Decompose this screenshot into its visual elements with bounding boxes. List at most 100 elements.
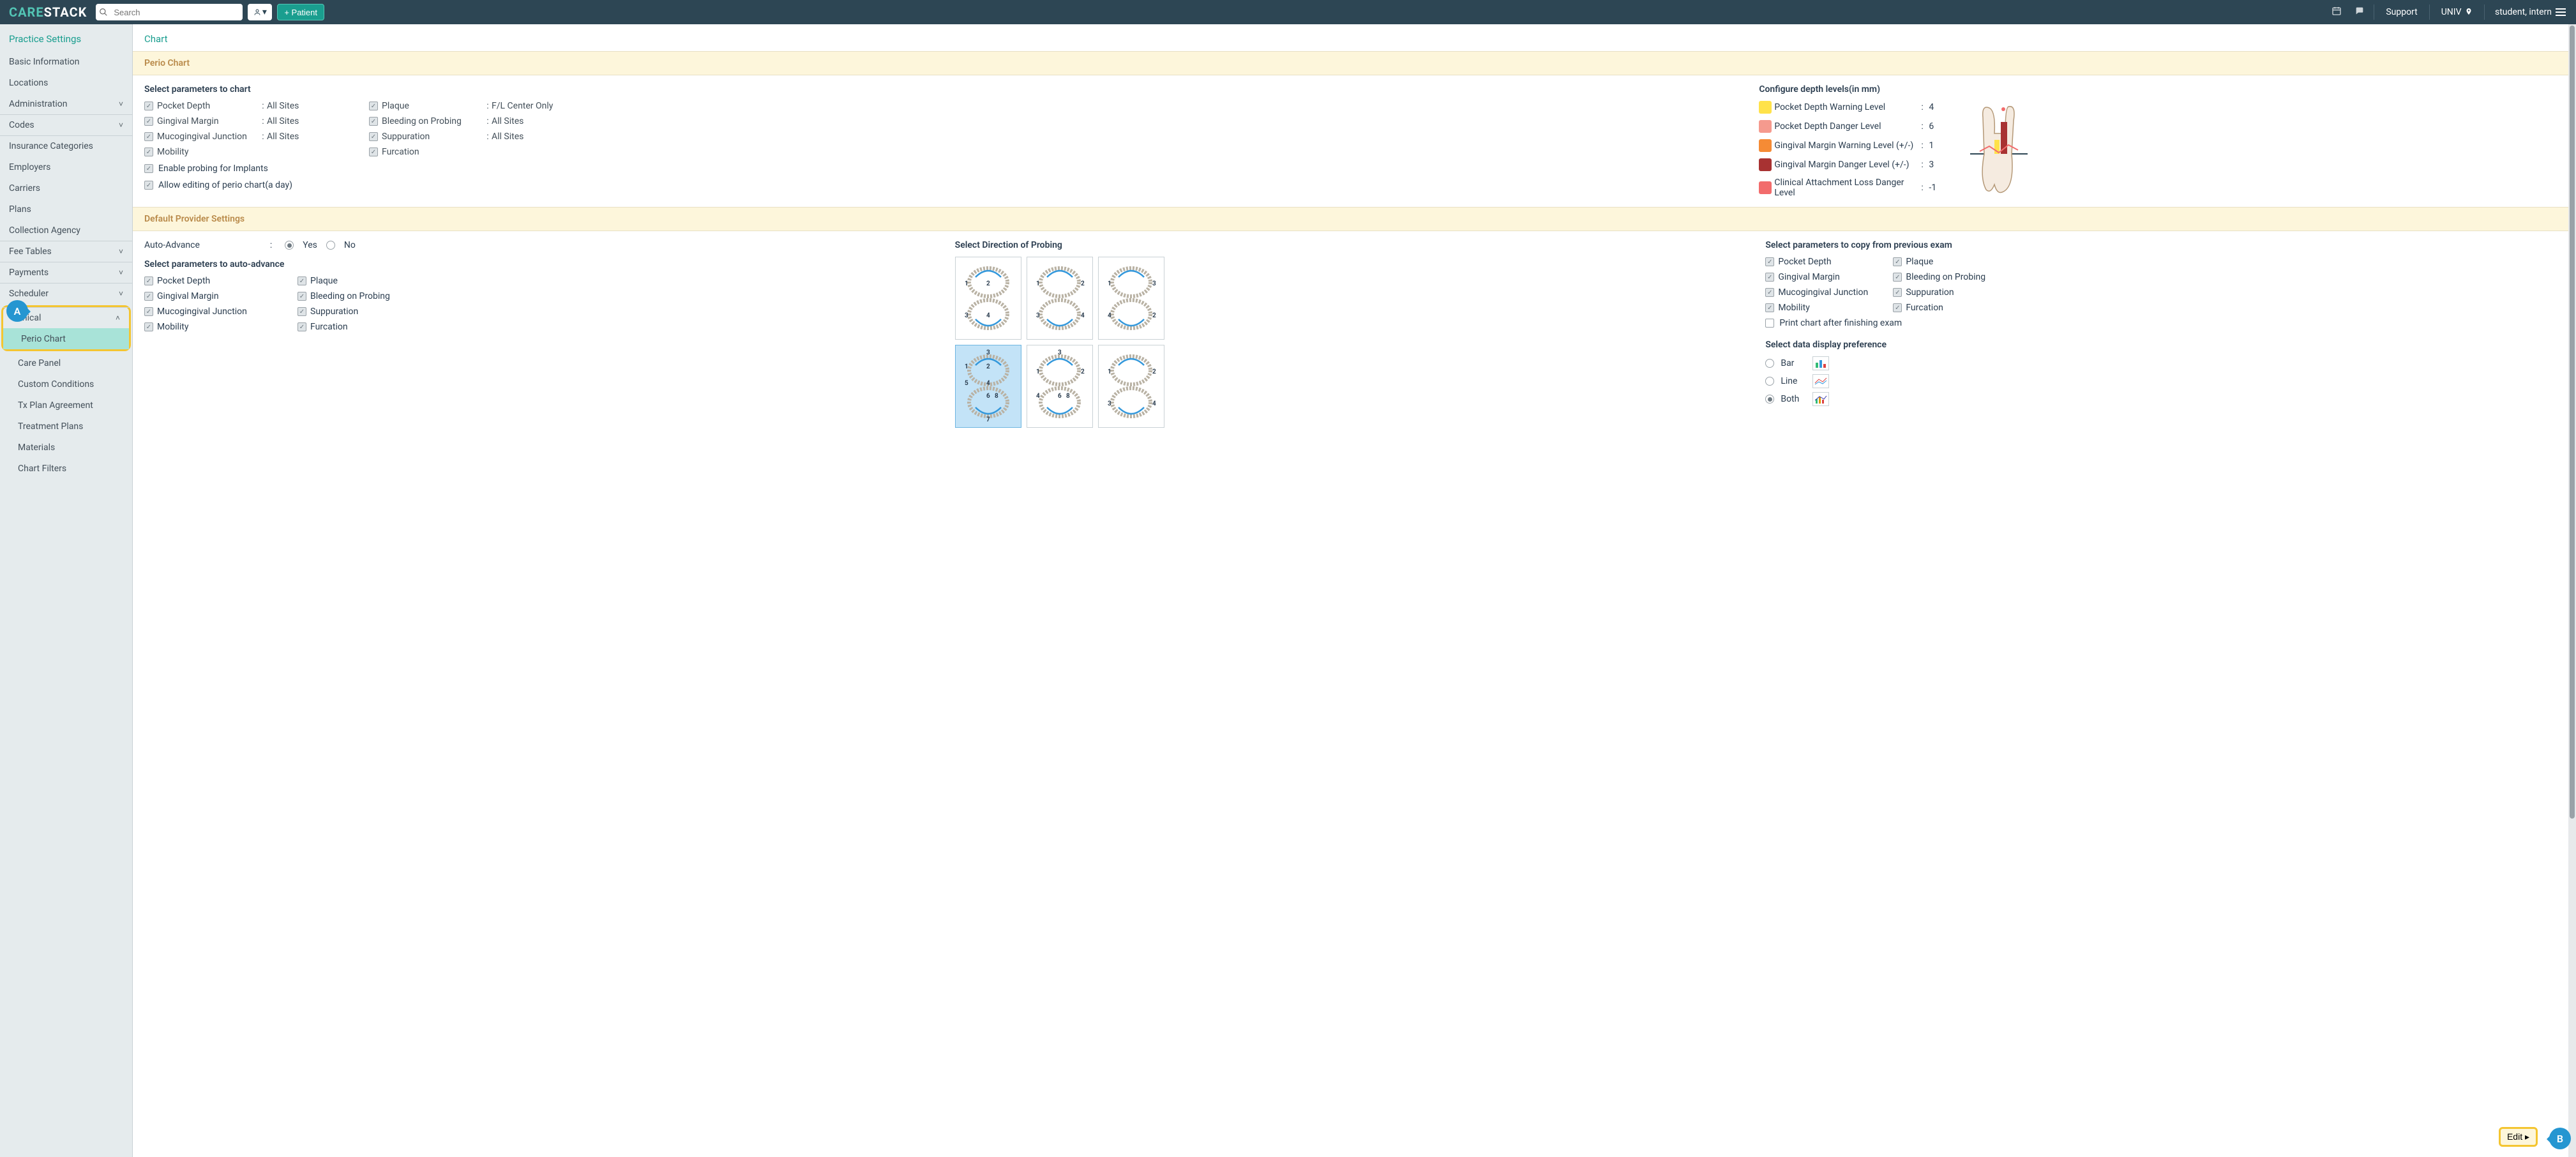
sidebar-item-collection-agency[interactable]: Collection Agency — [0, 220, 132, 241]
sidebar-item-chart-filters[interactable]: Chart Filters — [0, 458, 132, 479]
param-label: Mobility — [157, 147, 259, 157]
checkbox-auto[interactable]: ✓ — [298, 322, 306, 331]
radio-auto-no[interactable] — [326, 241, 335, 250]
checkbox-copy[interactable]: ✓ — [1893, 303, 1902, 312]
sidebar-item-payments[interactable]: Payments˅ — [0, 262, 132, 283]
search-input[interactable] — [111, 6, 243, 19]
logo[interactable]: CARESTACK — [5, 4, 91, 20]
svg-text:1: 1 — [1036, 280, 1040, 287]
copy-heading: Select parameters to copy from previous … — [1765, 240, 2557, 250]
svg-text:8: 8 — [1066, 393, 1070, 400]
radio-line[interactable] — [1765, 377, 1774, 386]
checkbox-copy[interactable]: ✓ — [1765, 257, 1774, 266]
checkbox-param[interactable]: ✓ — [369, 102, 378, 110]
depth-value: -1 — [1929, 183, 1948, 193]
sidebar-item-care-panel[interactable]: Care Panel — [0, 352, 132, 374]
checkbox-param[interactable]: ✓ — [369, 147, 378, 156]
svg-text:2: 2 — [1081, 368, 1085, 375]
checkbox-copy[interactable]: ✓ — [1765, 288, 1774, 297]
svg-text:1: 1 — [965, 363, 968, 370]
checkbox-auto[interactable]: ✓ — [298, 307, 306, 316]
location-selector[interactable]: UNIV — [2435, 7, 2479, 17]
sidebar-item-fee-tables[interactable]: Fee Tables˅ — [0, 241, 132, 262]
sidebar-item-locations[interactable]: Locations — [0, 72, 132, 93]
chevron-down-icon: ▾ — [262, 7, 267, 17]
checkbox-copy[interactable]: ✓ — [1893, 273, 1902, 282]
checkbox-print-after[interactable] — [1765, 319, 1774, 328]
sidebar-item-tx-plan-agreement[interactable]: Tx Plan Agreement — [0, 395, 132, 416]
probe-option-3[interactable]: 1342 — [1098, 257, 1164, 340]
radio-both[interactable] — [1765, 395, 1774, 404]
sidebar-item-perio-chart[interactable]: Perio Chart — [3, 328, 129, 349]
main-content: Chart Perio Chart Select parameters to c… — [133, 24, 2576, 1157]
svg-text:4: 4 — [986, 380, 990, 387]
checkbox-copy[interactable]: ✓ — [1893, 288, 1902, 297]
sidebar-item-codes[interactable]: Codes˅ — [0, 114, 132, 135]
chevron-down-icon: ˅ — [119, 247, 123, 256]
edit-button[interactable]: Edit ▸ — [2499, 1127, 2538, 1147]
copy-label: Gingival Margin — [1778, 272, 1893, 282]
copy-label: Bleeding on Probing — [1906, 272, 2021, 282]
checkbox-auto[interactable]: ✓ — [144, 322, 153, 331]
sidebar-item-insurance-categories[interactable]: Insurance Categories — [0, 135, 132, 156]
param-value: All Sites — [267, 101, 343, 111]
search-container — [96, 4, 243, 20]
chevron-up-icon: ˄ — [116, 314, 120, 322]
sidebar-item-plans[interactable]: Plans — [0, 199, 132, 220]
messages-icon[interactable] — [2351, 6, 2369, 19]
probe-direction-grid: 1234 1234 1342 31254687 312468 1234 — [955, 257, 1747, 428]
probe-option-5[interactable]: 312468 — [1027, 345, 1093, 428]
probe-option-2[interactable]: 1234 — [1027, 257, 1093, 340]
checkbox-param[interactable]: ✓ — [144, 117, 153, 126]
param-value: All Sites — [492, 132, 568, 142]
sidebar-item-treatment-plans[interactable]: Treatment Plans — [0, 416, 132, 437]
scrollbar[interactable] — [2568, 24, 2576, 1157]
checkbox-copy[interactable]: ✓ — [1765, 303, 1774, 312]
hamburger-icon — [2556, 8, 2566, 16]
checkbox-enable-probing[interactable]: ✓ — [144, 164, 153, 173]
checkbox-param[interactable]: ✓ — [369, 132, 378, 141]
sidebar-item-materials[interactable]: Materials — [0, 437, 132, 458]
checkbox-auto[interactable]: ✓ — [144, 307, 153, 316]
svg-text:2: 2 — [986, 363, 990, 370]
checkbox-auto[interactable]: ✓ — [298, 276, 306, 285]
user-dropdown[interactable]: ▾ — [248, 4, 272, 20]
checkbox-auto[interactable]: ✓ — [144, 276, 153, 285]
calendar-icon[interactable] — [2328, 6, 2346, 19]
checkbox-copy[interactable]: ✓ — [1893, 257, 1902, 266]
support-link[interactable]: Support — [2379, 7, 2423, 17]
checkbox-param[interactable]: ✓ — [144, 147, 153, 156]
sidebar-item-employers[interactable]: Employers — [0, 156, 132, 178]
depth-label: Gingival Margin Warning Level (+/-) — [1774, 140, 1921, 151]
probe-option-4[interactable]: 31254687 — [955, 345, 1021, 428]
sidebar-item-basic-information[interactable]: Basic Information — [0, 51, 132, 72]
radio-auto-yes[interactable] — [285, 241, 294, 250]
probe-option-1[interactable]: 1234 — [955, 257, 1021, 340]
checkbox-allow-editing[interactable]: ✓ — [144, 181, 153, 190]
svg-text:4: 4 — [986, 312, 990, 319]
svg-text:5: 5 — [965, 380, 968, 387]
checkbox-param[interactable]: ✓ — [369, 117, 378, 126]
user-menu[interactable]: student, intern — [2490, 7, 2571, 17]
sidebar-item-custom-conditions[interactable]: Custom Conditions — [0, 374, 132, 395]
checkbox-auto[interactable]: ✓ — [298, 292, 306, 301]
svg-text:8: 8 — [995, 393, 998, 400]
svg-text:4: 4 — [1036, 393, 1040, 400]
probe-option-6[interactable]: 1234 — [1098, 345, 1164, 428]
checkbox-param[interactable]: ✓ — [144, 132, 153, 141]
depth-label: Clinical Attachment Loss Danger Level — [1774, 178, 1921, 198]
copy-label: Mobility — [1778, 303, 1893, 313]
depth-label: Pocket Depth Danger Level — [1774, 121, 1921, 132]
checkbox-param[interactable]: ✓ — [144, 102, 153, 110]
sidebar-item-carriers[interactable]: Carriers — [0, 178, 132, 199]
sidebar-item-administration[interactable]: Administration˅ — [0, 93, 132, 114]
depth-value: 1 — [1929, 140, 1948, 151]
radio-bar[interactable] — [1765, 359, 1774, 368]
param-value: All Sites — [267, 132, 343, 142]
checkbox-auto[interactable]: ✓ — [144, 292, 153, 301]
param-value: All Sites — [267, 116, 343, 126]
depth-value: 6 — [1929, 121, 1948, 132]
add-patient-button[interactable]: + Patient — [277, 4, 324, 20]
checkbox-copy[interactable]: ✓ — [1765, 273, 1774, 282]
both-icon — [1812, 392, 1829, 406]
